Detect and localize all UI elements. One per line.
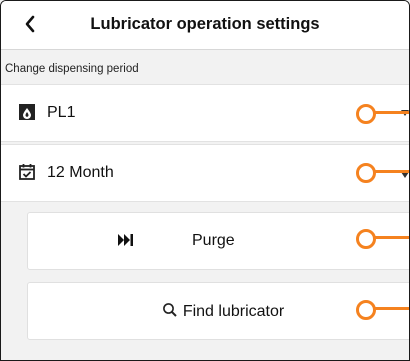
find-lubricator-label: Find lubricator <box>182 303 285 320</box>
callout-marker <box>356 299 409 320</box>
period-label: 12 Month <box>47 164 114 181</box>
skip-forward-icon <box>118 234 133 246</box>
find-lubricator-button[interactable]: Find lubricator <box>27 282 409 340</box>
page-title: Lubricator operation settings <box>90 15 320 33</box>
top-bar: Lubricator operation settings <box>1 1 409 50</box>
app-window: Lubricator operation settings Change dis… <box>0 0 410 361</box>
period-select[interactable]: 12 Month <box>1 144 409 202</box>
callout-marker <box>356 103 409 124</box>
callout-marker <box>356 228 409 249</box>
search-icon <box>162 303 177 317</box>
lubricator-icon <box>19 104 35 120</box>
purge-button[interactable]: Purge <box>27 212 409 270</box>
back-button[interactable] <box>19 12 43 36</box>
callout-marker <box>356 162 409 183</box>
lubricator-select[interactable]: PL1 <box>1 84 409 142</box>
lubricator-label: PL1 <box>47 104 76 121</box>
calendar-check-icon <box>19 164 35 180</box>
chevron-left-icon <box>25 15 35 33</box>
section-label: Change dispensing period <box>5 63 139 75</box>
purge-label: Purge <box>192 232 235 249</box>
